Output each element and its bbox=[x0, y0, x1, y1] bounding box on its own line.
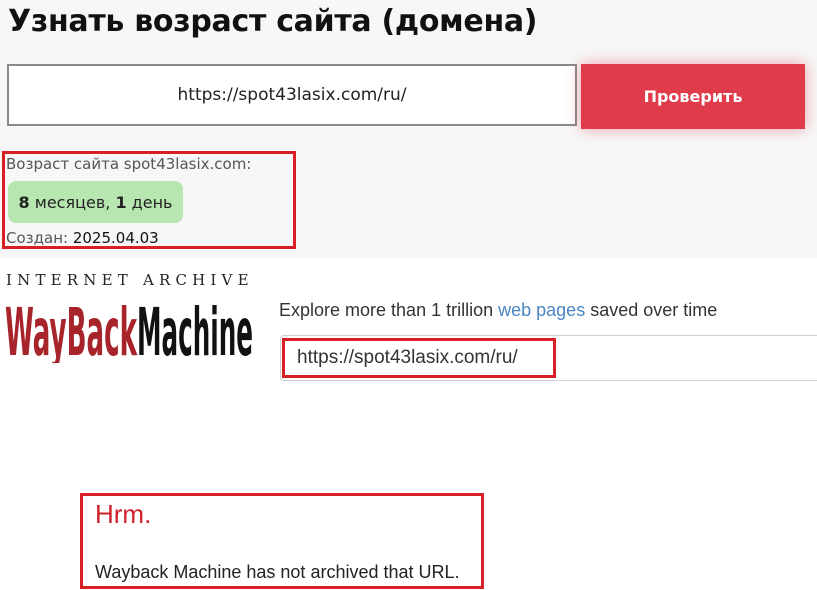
days-word: день bbox=[131, 192, 173, 212]
error-title: Hrm. bbox=[95, 499, 152, 529]
internet-archive-header: INTERNET ARCHIVE bbox=[6, 271, 254, 289]
created-label: Создан: bbox=[6, 229, 69, 247]
wayback-machine-logo[interactable]: WayBack Machine bbox=[5, 291, 255, 363]
created-value: 2025.04.03 bbox=[72, 229, 159, 247]
months-number: 8 bbox=[18, 192, 30, 212]
machine-logo-text: Machine bbox=[137, 294, 253, 363]
wayback-logo-text: WayBack bbox=[5, 294, 138, 363]
age-checker-panel: Узнать возраст сайта (домена) https://sp… bbox=[0, 0, 817, 258]
error-message: Wayback Machine has not archived that UR… bbox=[95, 562, 460, 582]
explore-prefix: Explore more than 1 trillion bbox=[279, 300, 494, 320]
page-title: Узнать возраст сайта (домена) bbox=[8, 4, 538, 39]
created-date: Создан: 2025.04.03 bbox=[6, 229, 159, 247]
wayback-search-value[interactable]: https://spot43lasix.com/ru/ bbox=[282, 338, 556, 378]
explore-tagline: Explore more than 1 trillion web pages s… bbox=[279, 300, 717, 321]
site-age-label: Возраст сайта spot43lasix.com: bbox=[6, 155, 252, 173]
explore-suffix: saved over time bbox=[590, 300, 718, 320]
web-pages-link[interactable]: web pages bbox=[498, 300, 585, 320]
months-word: месяцев, bbox=[34, 192, 111, 212]
days-number: 1 bbox=[115, 192, 127, 212]
url-input[interactable]: https://spot43lasix.com/ru/ bbox=[7, 64, 577, 126]
check-button[interactable]: Проверить bbox=[581, 64, 805, 129]
age-badge: 8 месяцев, 1 день bbox=[8, 181, 183, 223]
